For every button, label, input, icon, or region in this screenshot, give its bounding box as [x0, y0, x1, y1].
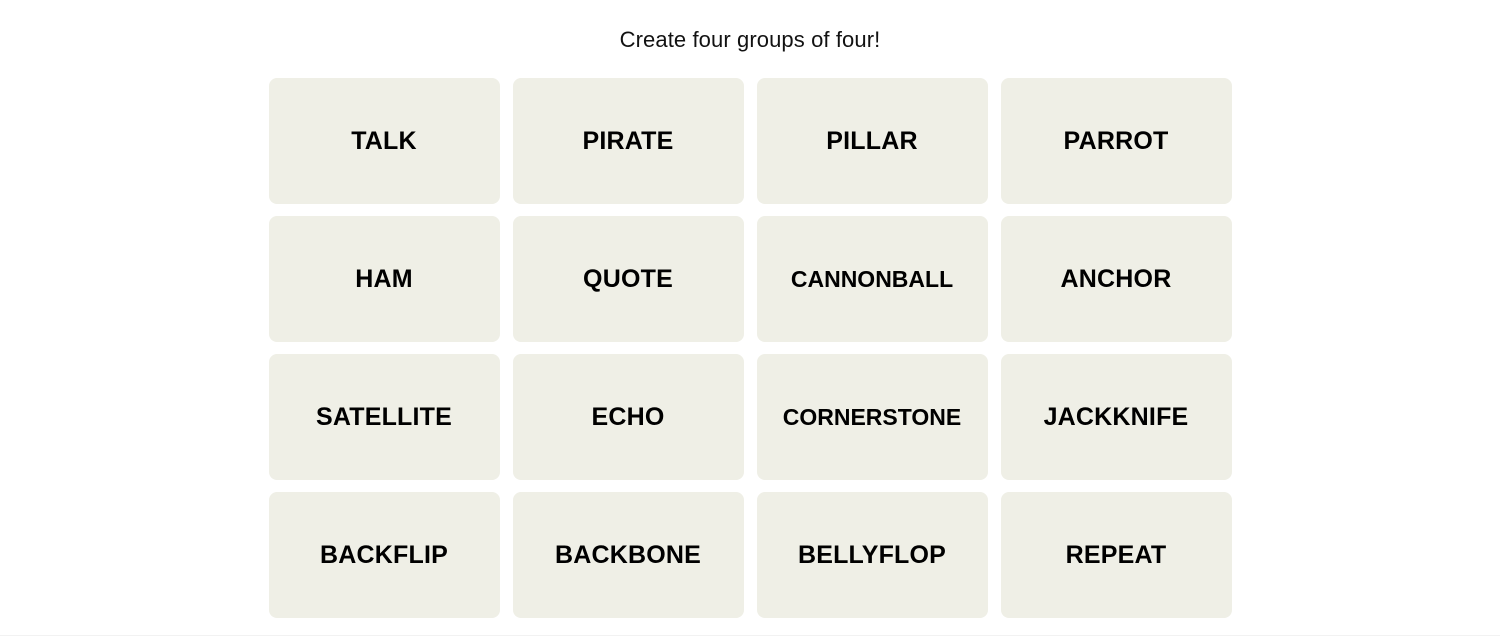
word-tile-label: ECHO	[591, 402, 665, 431]
word-tile-label: PILLAR	[826, 126, 918, 155]
word-tile-label: PIRATE	[582, 126, 674, 155]
word-tile[interactable]: REPEAT	[1000, 492, 1232, 618]
word-tile[interactable]: ECHO	[512, 354, 744, 480]
word-tile[interactable]: BELLYFLOP	[756, 492, 988, 618]
word-tile[interactable]: PILLAR	[756, 78, 988, 204]
word-tile[interactable]: JACKKNIFE	[1000, 354, 1232, 480]
word-tile[interactable]: ANCHOR	[1000, 216, 1232, 342]
word-tile-label: REPEAT	[1065, 540, 1167, 569]
word-tile[interactable]: CORNERSTONE	[756, 354, 988, 480]
word-tile-label: BACKFLIP	[320, 540, 448, 569]
word-tile[interactable]: PARROT	[1000, 78, 1232, 204]
word-grid: TALK PIRATE PILLAR PARROT HAM QUOTE CANN…	[268, 78, 1232, 618]
word-tile[interactable]: BACKBONE	[512, 492, 744, 618]
word-tile-label: BELLYFLOP	[797, 540, 947, 569]
word-tile-label: QUOTE	[583, 264, 673, 293]
word-tile[interactable]: BACKFLIP	[268, 492, 500, 618]
word-tile[interactable]: SATELLITE	[268, 354, 500, 480]
word-tile-label: PARROT	[1063, 126, 1169, 155]
word-tile[interactable]: QUOTE	[512, 216, 744, 342]
word-tile-label: SATELLITE	[315, 402, 453, 431]
word-tile-label: CANNONBALL	[790, 265, 954, 292]
word-tile[interactable]: PIRATE	[512, 78, 744, 204]
word-tile[interactable]: TALK	[268, 78, 500, 204]
word-tile-label: TALK	[351, 126, 417, 155]
word-tile-label: HAM	[355, 264, 413, 293]
connections-game-page: Create four groups of four! TALK PIRATE …	[0, 0, 1500, 636]
page-title: Create four groups of four!	[619, 27, 881, 52]
word-tile-label: JACKKNIFE	[1043, 402, 1189, 431]
word-tile-label: BACKBONE	[554, 540, 702, 569]
word-tile-label: ANCHOR	[1060, 264, 1172, 293]
word-tile[interactable]: CANNONBALL	[756, 216, 988, 342]
word-tile[interactable]: HAM	[268, 216, 500, 342]
word-tile-label: CORNERSTONE	[782, 403, 962, 430]
